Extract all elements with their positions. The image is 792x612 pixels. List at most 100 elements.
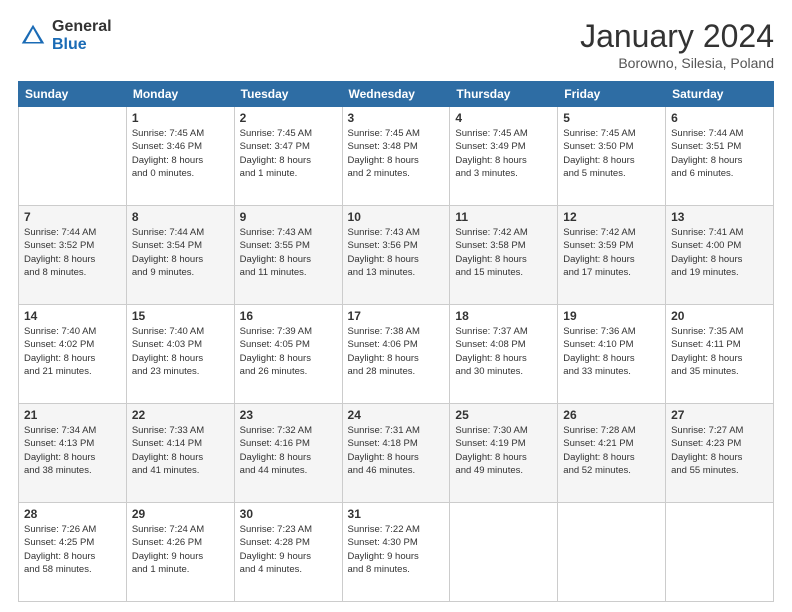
day-number: 14 (24, 309, 121, 323)
day-number: 23 (240, 408, 337, 422)
day-number: 2 (240, 111, 337, 125)
calendar-cell: 30Sunrise: 7:23 AMSunset: 4:28 PMDayligh… (234, 503, 342, 602)
calendar-cell: 3 Sunrise: 7:45 AMSunset: 3:48 PMDaylight… (342, 107, 450, 206)
day-info: Sunrise: 7:45 AMSunset: 3:49 PMDaylight:… (455, 127, 552, 180)
day-info: Sunrise: 7:44 AMSunset: 3:51 PMDaylight:… (671, 127, 768, 180)
day-number: 10 (348, 210, 445, 224)
calendar-cell: 20 Sunrise: 7:35 AMSunset: 4:11 PMDayligh… (666, 305, 774, 404)
day-number: 12 (563, 210, 660, 224)
calendar-week-3: 14 Sunrise: 7:40 AMSunset: 4:02 PMDayligh… (19, 305, 774, 404)
logo-blue-text: Blue (52, 36, 112, 54)
calendar-cell: 4 Sunrise: 7:45 AMSunset: 3:49 PMDaylight… (450, 107, 558, 206)
calendar-cell: 10 Sunrise: 7:43 AMSunset: 3:56 PMDayligh… (342, 206, 450, 305)
calendar-cell: 9Sunrise: 7:43 AMSunset: 3:55 PMDaylight… (234, 206, 342, 305)
calendar-cell: 22Sunrise: 7:33 AMSunset: 4:14 PMDayligh… (126, 404, 234, 503)
day-info: Sunrise: 7:26 AMSunset: 4:25 PMDaylight:… (24, 523, 121, 576)
calendar-cell: 28 Sunrise: 7:26 AMSunset: 4:25 PMDayligh… (19, 503, 127, 602)
calendar-cell: 6Sunrise: 7:44 AMSunset: 3:51 PMDaylight… (666, 107, 774, 206)
day-number: 1 (132, 111, 229, 125)
calendar-week-1: 1 Sunrise: 7:45 AMSunset: 3:46 PMDaylight… (19, 107, 774, 206)
main-title: January 2024 (580, 18, 774, 55)
calendar-cell: 23Sunrise: 7:32 AMSunset: 4:16 PMDayligh… (234, 404, 342, 503)
day-number: 28 (24, 507, 121, 521)
day-info: Sunrise: 7:42 AMSunset: 3:58 PMDaylight:… (455, 226, 552, 279)
calendar-cell: 18Sunrise: 7:37 AMSunset: 4:08 PMDayligh… (450, 305, 558, 404)
day-info: Sunrise: 7:43 AMSunset: 3:56 PMDaylight:… (348, 226, 445, 279)
day-number: 3 (348, 111, 445, 125)
day-info: Sunrise: 7:31 AMSunset: 4:18 PMDaylight:… (348, 424, 445, 477)
day-number: 31 (348, 507, 445, 521)
day-number: 4 (455, 111, 552, 125)
calendar-cell: 7Sunrise: 7:44 AMSunset: 3:52 PMDaylight… (19, 206, 127, 305)
calendar-cell: 11Sunrise: 7:42 AMSunset: 3:58 PMDayligh… (450, 206, 558, 305)
calendar-week-4: 21 Sunrise: 7:34 AMSunset: 4:13 PMDayligh… (19, 404, 774, 503)
day-number: 18 (455, 309, 552, 323)
day-info: Sunrise: 7:30 AMSunset: 4:19 PMDaylight:… (455, 424, 552, 477)
calendar-cell: 24 Sunrise: 7:31 AMSunset: 4:18 PMDayligh… (342, 404, 450, 503)
calendar-cell: 17 Sunrise: 7:38 AMSunset: 4:06 PMDayligh… (342, 305, 450, 404)
calendar-cell: 26 Sunrise: 7:28 AMSunset: 4:21 PMDayligh… (558, 404, 666, 503)
col-sunday: Sunday (19, 82, 127, 107)
logo-icon (18, 21, 48, 51)
calendar-cell (450, 503, 558, 602)
calendar-header-row: Sunday Monday Tuesday Wednesday Thursday… (19, 82, 774, 107)
logo: General Blue (18, 18, 112, 53)
calendar-cell: 5 Sunrise: 7:45 AMSunset: 3:50 PMDaylight… (558, 107, 666, 206)
logo-general-text: General (52, 18, 112, 36)
calendar-cell: 12Sunrise: 7:42 AMSunset: 3:59 PMDayligh… (558, 206, 666, 305)
calendar-week-2: 7Sunrise: 7:44 AMSunset: 3:52 PMDaylight… (19, 206, 774, 305)
calendar-cell (19, 107, 127, 206)
day-info: Sunrise: 7:45 AMSunset: 3:47 PMDaylight:… (240, 127, 337, 180)
day-info: Sunrise: 7:22 AMSunset: 4:30 PMDaylight:… (348, 523, 445, 576)
calendar: Sunday Monday Tuesday Wednesday Thursday… (18, 81, 774, 602)
day-number: 26 (563, 408, 660, 422)
day-info: Sunrise: 7:41 AMSunset: 4:00 PMDaylight:… (671, 226, 768, 279)
header: General Blue January 2024 Borowno, Siles… (18, 18, 774, 71)
day-number: 17 (348, 309, 445, 323)
day-info: Sunrise: 7:45 AMSunset: 3:50 PMDaylight:… (563, 127, 660, 180)
day-info: Sunrise: 7:33 AMSunset: 4:14 PMDaylight:… (132, 424, 229, 477)
day-info: Sunrise: 7:38 AMSunset: 4:06 PMDaylight:… (348, 325, 445, 378)
day-number: 29 (132, 507, 229, 521)
col-friday: Friday (558, 82, 666, 107)
day-number: 8 (132, 210, 229, 224)
col-wednesday: Wednesday (342, 82, 450, 107)
day-number: 5 (563, 111, 660, 125)
day-info: Sunrise: 7:40 AMSunset: 4:02 PMDaylight:… (24, 325, 121, 378)
calendar-cell: 27Sunrise: 7:27 AMSunset: 4:23 PMDayligh… (666, 404, 774, 503)
day-number: 24 (348, 408, 445, 422)
day-number: 21 (24, 408, 121, 422)
calendar-cell: 2 Sunrise: 7:45 AMSunset: 3:47 PMDaylight… (234, 107, 342, 206)
calendar-cell: 19Sunrise: 7:36 AMSunset: 4:10 PMDayligh… (558, 305, 666, 404)
day-number: 16 (240, 309, 337, 323)
day-info: Sunrise: 7:23 AMSunset: 4:28 PMDaylight:… (240, 523, 337, 576)
day-number: 25 (455, 408, 552, 422)
calendar-cell (558, 503, 666, 602)
calendar-cell: 21 Sunrise: 7:34 AMSunset: 4:13 PMDayligh… (19, 404, 127, 503)
day-info: Sunrise: 7:34 AMSunset: 4:13 PMDaylight:… (24, 424, 121, 477)
day-info: Sunrise: 7:39 AMSunset: 4:05 PMDaylight:… (240, 325, 337, 378)
calendar-cell: 29 Sunrise: 7:24 AMSunset: 4:26 PMDayligh… (126, 503, 234, 602)
day-info: Sunrise: 7:24 AMSunset: 4:26 PMDaylight:… (132, 523, 229, 576)
calendar-cell: 16 Sunrise: 7:39 AMSunset: 4:05 PMDayligh… (234, 305, 342, 404)
day-number: 20 (671, 309, 768, 323)
day-info: Sunrise: 7:35 AMSunset: 4:11 PMDaylight:… (671, 325, 768, 378)
subtitle: Borowno, Silesia, Poland (580, 55, 774, 71)
day-number: 27 (671, 408, 768, 422)
col-tuesday: Tuesday (234, 82, 342, 107)
day-number: 15 (132, 309, 229, 323)
calendar-cell: 25 Sunrise: 7:30 AMSunset: 4:19 PMDayligh… (450, 404, 558, 503)
day-info: Sunrise: 7:28 AMSunset: 4:21 PMDaylight:… (563, 424, 660, 477)
day-info: Sunrise: 7:45 AMSunset: 3:46 PMDaylight:… (132, 127, 229, 180)
title-block: January 2024 Borowno, Silesia, Poland (580, 18, 774, 71)
day-info: Sunrise: 7:36 AMSunset: 4:10 PMDaylight:… (563, 325, 660, 378)
day-info: Sunrise: 7:45 AMSunset: 3:48 PMDaylight:… (348, 127, 445, 180)
calendar-cell: 8 Sunrise: 7:44 AMSunset: 3:54 PMDaylight… (126, 206, 234, 305)
col-saturday: Saturday (666, 82, 774, 107)
logo-text: General Blue (52, 18, 112, 53)
calendar-cell: 1 Sunrise: 7:45 AMSunset: 3:46 PMDaylight… (126, 107, 234, 206)
calendar-cell: 15Sunrise: 7:40 AMSunset: 4:03 PMDayligh… (126, 305, 234, 404)
page: General Blue January 2024 Borowno, Siles… (0, 0, 792, 612)
day-info: Sunrise: 7:44 AMSunset: 3:54 PMDaylight:… (132, 226, 229, 279)
calendar-cell: 14 Sunrise: 7:40 AMSunset: 4:02 PMDayligh… (19, 305, 127, 404)
